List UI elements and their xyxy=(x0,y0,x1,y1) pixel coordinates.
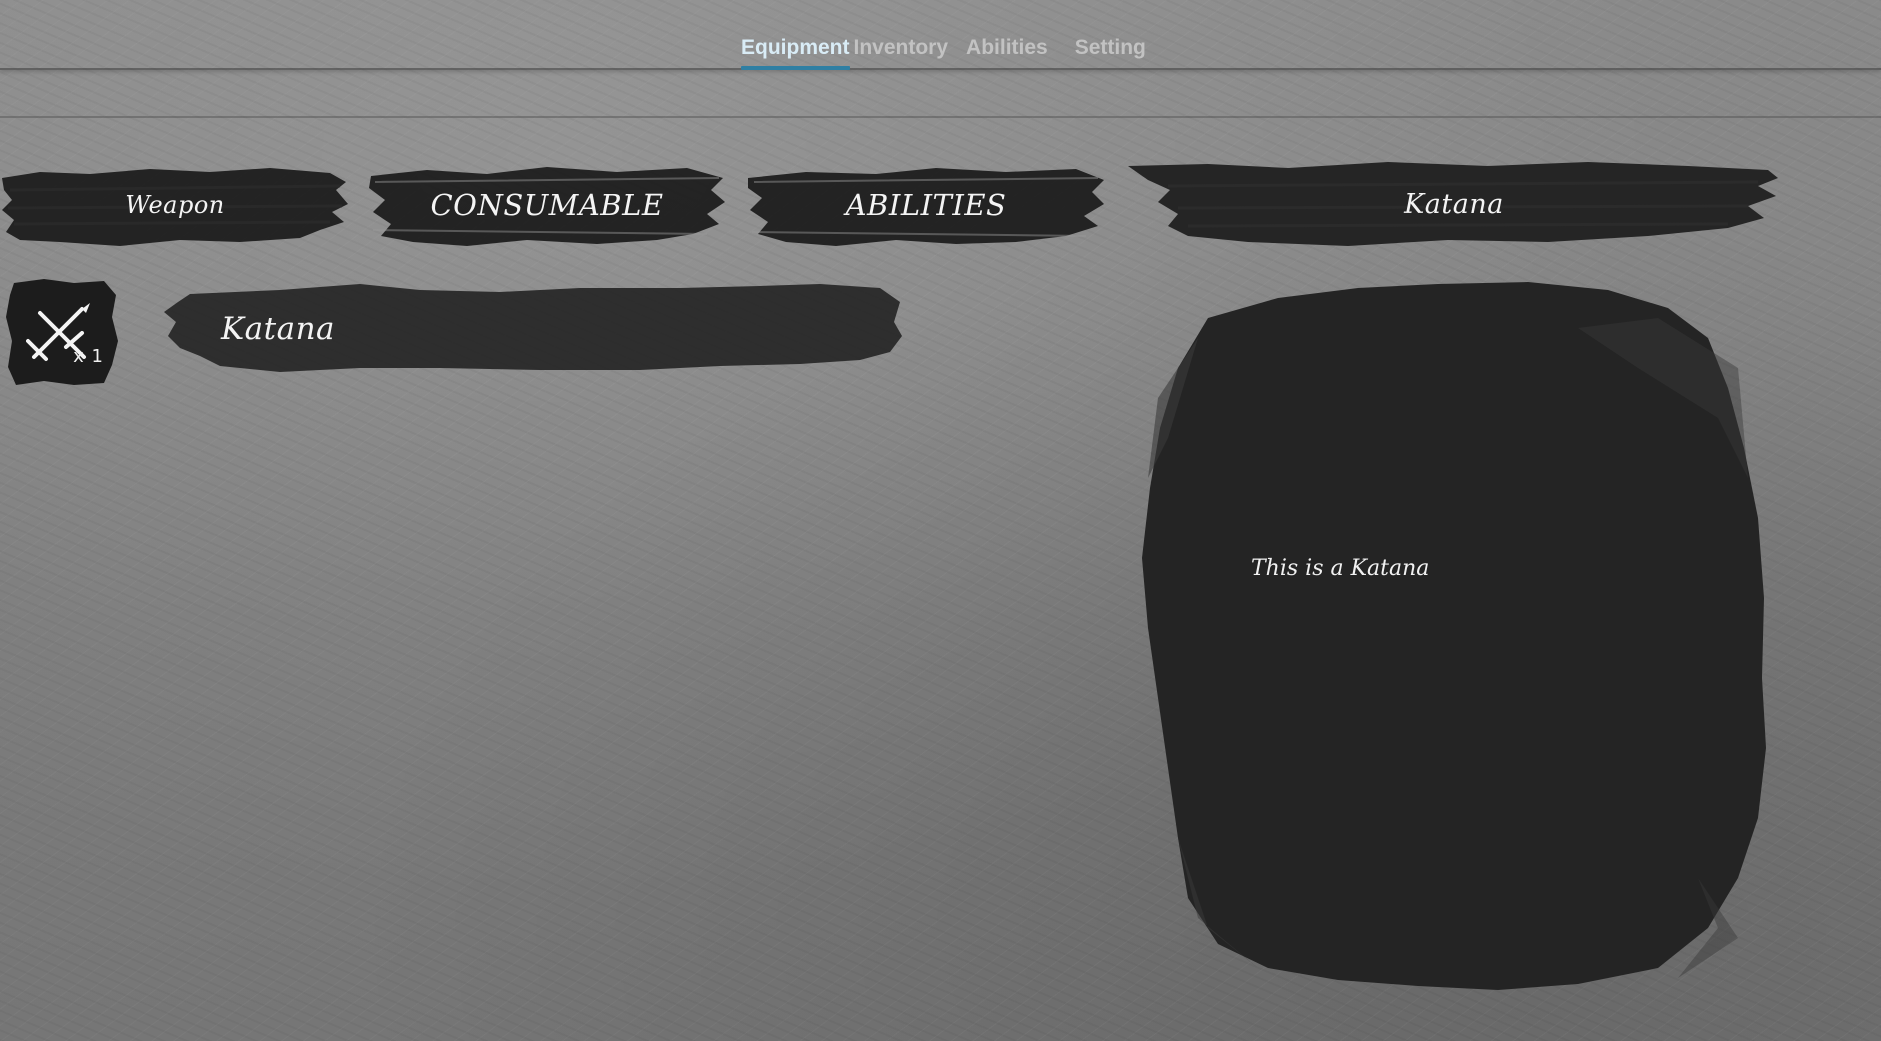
detail-title-banner: Katana xyxy=(1128,156,1780,252)
category-weapon-button[interactable]: Weapon xyxy=(0,160,350,250)
item-quantity: x 1 xyxy=(73,346,104,367)
tab-inventory[interactable]: Inventory xyxy=(854,34,949,68)
category-consumable-label: CONSUMABLE xyxy=(430,188,664,222)
category-abilities-label: ABILITIES xyxy=(845,188,1007,222)
item-row-name: Katana xyxy=(221,311,336,347)
category-weapon-label: Weapon xyxy=(125,191,225,219)
category-consumable-button[interactable]: CONSUMABLE xyxy=(367,160,727,250)
tab-equipment[interactable]: Equipment xyxy=(741,34,850,70)
tab-setting[interactable]: Setting xyxy=(1075,34,1146,68)
item-description-text: This is a Katana xyxy=(1251,556,1430,581)
ink-splash-background xyxy=(1142,282,1766,990)
equipment-screen: Equipment Inventory Abilities Setting We… xyxy=(0,0,1881,1041)
category-abilities-button[interactable]: ABILITIES xyxy=(746,160,1106,250)
main-tabs: Equipment Inventory Abilities Setting xyxy=(741,34,1146,70)
tab-abilities[interactable]: Abilities xyxy=(966,34,1048,68)
item-row-katana[interactable]: Katana xyxy=(160,278,902,380)
sub-bar xyxy=(0,70,1881,118)
item-slot-katana[interactable]: x 1 xyxy=(4,277,118,387)
item-description-panel: This is a Katana xyxy=(1138,278,1774,990)
detail-title-text: Katana xyxy=(1404,188,1504,220)
